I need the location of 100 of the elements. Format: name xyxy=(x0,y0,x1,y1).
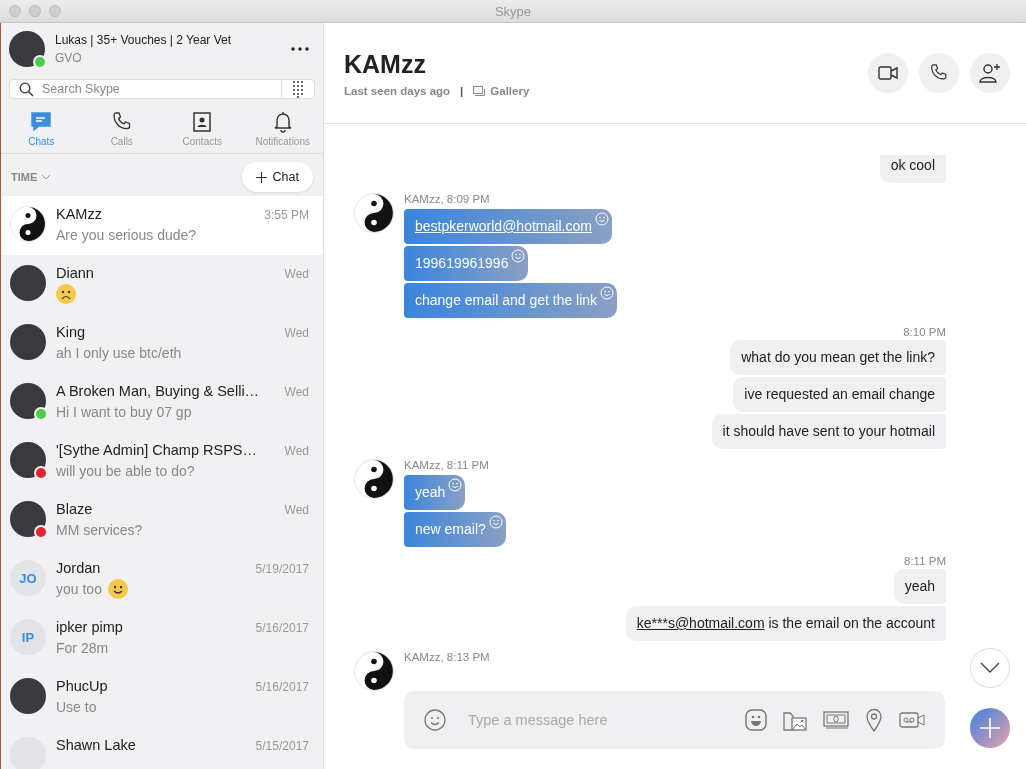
contact-name: PhucUp xyxy=(56,678,108,694)
contact-name: A Broken Man, Buying & Selli… xyxy=(56,383,260,399)
conversation-item[interactable]: King Wed ah I only use btc/eth xyxy=(1,314,323,373)
outgoing-message-bubble[interactable]: ke***s@hotmail.com is the email on the account xyxy=(625,606,946,641)
outgoing-message-bubble[interactable]: what do you mean get the link? xyxy=(730,340,946,375)
money-icon[interactable] xyxy=(823,711,849,729)
yin-yang-avatar xyxy=(10,206,46,242)
message-preview: you too xyxy=(56,581,102,597)
contact-name: Shawn Lake xyxy=(56,737,136,753)
contact-name: '[Sythe Admin] Champ RSPS… xyxy=(56,442,258,458)
smiley-reaction-icon[interactable] xyxy=(448,478,463,492)
avatar-photo xyxy=(10,324,46,360)
conversation-time: Wed xyxy=(284,444,309,458)
sad-face-emoji-icon xyxy=(56,284,76,304)
avatar-photo[interactable] xyxy=(9,31,45,67)
message-timestamp: 8:11 PM xyxy=(904,555,946,567)
contact-name: Blaze xyxy=(56,501,93,517)
add-button[interactable] xyxy=(970,708,1010,748)
profile-name: Lukas | 35+ Vouches | 2 Year Vet xyxy=(55,33,233,47)
add-person-button[interactable] xyxy=(970,53,1010,93)
yin-yang-avatar xyxy=(354,193,394,233)
incoming-message-bubble[interactable]: new email? xyxy=(404,512,506,547)
conversation-item[interactable]: Blaze Wed MM services? xyxy=(1,491,323,550)
separator: | xyxy=(460,84,464,97)
message-preview: Hi I want to buy 07 gp xyxy=(56,404,192,420)
conversation-item[interactable]: '[Sythe Admin] Champ RSPS… Wed will you be able to do? xyxy=(1,432,323,491)
file-image-icon[interactable] xyxy=(783,709,807,731)
avatar-photo xyxy=(10,501,46,537)
conversation-time: 3:55 PM xyxy=(264,208,309,222)
chat-title: KAMzz xyxy=(344,49,427,79)
outgoing-message-bubble[interactable]: ok cool xyxy=(879,155,946,183)
sender-timestamp: KAMzz, 8:09 PM xyxy=(404,193,490,205)
contact-name: King xyxy=(56,324,86,340)
initials-avatar: IP xyxy=(10,619,46,655)
add-person-icon xyxy=(979,63,1001,83)
search-input[interactable]: Search Skype xyxy=(40,81,281,97)
gallery-link[interactable]: Gallery xyxy=(473,84,530,97)
contact-name: Diann xyxy=(56,265,94,281)
sender-timestamp: KAMzz, 8:11 PM xyxy=(404,459,489,471)
conversation-item[interactable]: PhucUp 5/16/2017 Use to xyxy=(1,668,323,727)
sender-timestamp: KAMzz, 8:13 PM xyxy=(404,651,490,663)
dialpad-icon xyxy=(292,80,304,98)
message-preview: will you be able to do? xyxy=(56,463,195,479)
new-chat-button[interactable]: Chat xyxy=(241,162,313,192)
contact-card-icon xyxy=(191,111,214,133)
conversation-item[interactable]: Shawn Lake 5/15/2017 xyxy=(1,727,323,769)
scroll-down-button[interactable] xyxy=(970,648,1010,688)
conversation-item[interactable]: JO Jordan 5/19/2017 you too xyxy=(1,550,323,609)
conversation-time: Wed xyxy=(284,326,309,340)
video-camera-icon xyxy=(878,66,898,80)
sticker-icon[interactable] xyxy=(745,709,767,731)
conversation-item[interactable]: A Broken Man, Buying & Selli… Wed Hi I want to buy 07 gp xyxy=(1,373,323,432)
smiley-reaction-icon[interactable] xyxy=(600,286,615,300)
initials-avatar: JO xyxy=(10,560,46,596)
dialpad-button[interactable] xyxy=(281,79,315,99)
conversation-item[interactable]: KAMzz 3:55 PM Are you serious dude? xyxy=(1,196,323,255)
search-field[interactable]: Search Skype xyxy=(9,79,281,99)
avatar-photo xyxy=(10,383,46,419)
smiley-reaction-icon[interactable] xyxy=(488,515,503,529)
outgoing-message-bubble[interactable]: yeah xyxy=(893,569,946,604)
conversation-time: 5/16/2017 xyxy=(255,680,309,694)
plus-icon xyxy=(255,171,267,183)
last-seen-status: Last seen days ago xyxy=(344,84,451,97)
plus-icon xyxy=(980,718,1000,738)
contact-name: KAMzz xyxy=(56,206,102,222)
profile-mood: GVO xyxy=(55,51,83,65)
video-call-button[interactable] xyxy=(868,53,908,93)
smiley-emoji-icon xyxy=(107,579,128,599)
location-pin-icon[interactable] xyxy=(865,708,883,732)
avatar-photo xyxy=(10,265,46,301)
conversation-time: Wed xyxy=(284,385,309,399)
call-button[interactable] xyxy=(919,53,959,93)
email-link[interactable]: ke***s@hotmail.com xyxy=(636,615,765,631)
outgoing-message-bubble[interactable]: ive requested an email change xyxy=(733,377,946,412)
conversation-item[interactable]: Diann Wed xyxy=(1,255,323,314)
smiley-reaction-icon[interactable] xyxy=(511,249,526,263)
yin-yang-avatar xyxy=(354,651,394,691)
message-timestamp: 8:10 PM xyxy=(903,326,946,338)
gallery-icon xyxy=(473,85,486,96)
message-input-field[interactable]: Type a message here xyxy=(466,711,725,729)
conversation-time: 5/19/2017 xyxy=(255,562,309,576)
smiley-reaction-icon[interactable] xyxy=(594,212,609,226)
caret-icon xyxy=(41,174,52,180)
search-icon xyxy=(19,81,34,97)
message-preview: ah I only use btc/eth xyxy=(56,345,182,361)
emoji-icon[interactable] xyxy=(424,709,446,731)
outgoing-message-bubble[interactable]: it should have sent to your hotmail xyxy=(711,414,946,449)
video-message-icon[interactable] xyxy=(899,712,925,728)
chat-icon xyxy=(30,111,53,133)
contact-name: ipker pimp xyxy=(56,619,123,635)
message-preview: MM services? xyxy=(56,522,143,538)
more-options-icon[interactable] xyxy=(291,47,309,51)
yin-yang-avatar xyxy=(354,459,394,499)
message-preview: Use to xyxy=(56,699,97,715)
window-title: Skype xyxy=(494,3,532,19)
conversation-time: 5/15/2017 xyxy=(255,739,309,753)
conversation-time: Wed xyxy=(284,267,309,281)
conversation-item[interactable]: IP ipker pimp 5/16/2017 For 28m xyxy=(1,609,323,668)
conversation-time: 5/16/2017 xyxy=(255,621,309,635)
contact-name: Jordan xyxy=(56,560,101,576)
